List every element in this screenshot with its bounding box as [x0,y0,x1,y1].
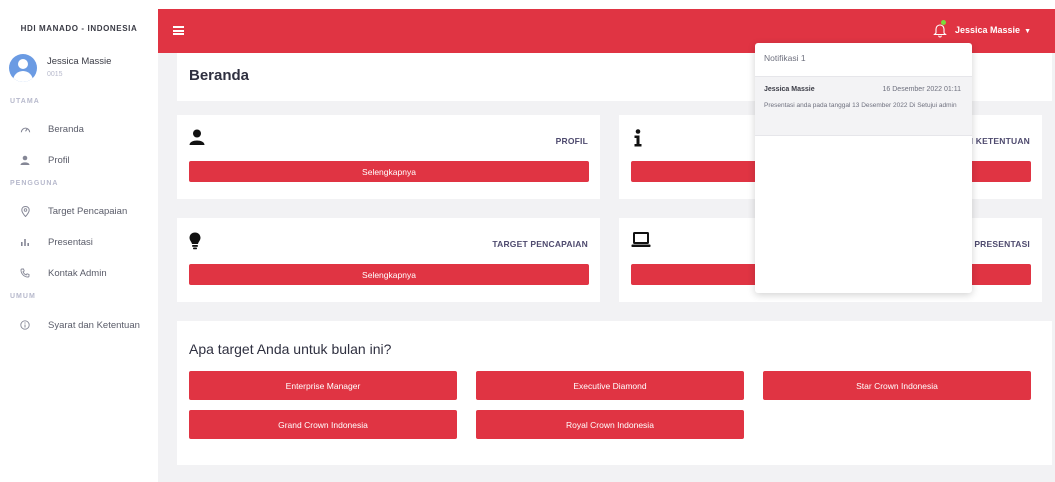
user-id: 0015 [47,71,63,78]
notification-dot [941,20,946,25]
notification-item[interactable]: Jessica Massie 16 Desember 2022 01:11 Pr… [755,76,972,136]
sidebar-item-presentasi[interactable]: Presentasi [18,232,93,252]
user-profile[interactable]: Jessica Massie 0015 [9,54,154,84]
info-icon [18,318,32,332]
card-title: N KETENTUAN [966,136,1030,146]
target-option-button[interactable]: Enterprise Manager [189,371,457,400]
target-option-button[interactable]: Star Crown Indonesia [763,371,1031,400]
notification-dropdown: Notifikasi 1 Jessica Massie 16 Desember … [755,43,972,293]
laptop-icon [631,232,651,250]
sidebar-item-target-pencapaian[interactable]: Target Pencapaian [18,201,127,221]
sidebar-item-label: Target Pencapaian [48,205,128,217]
target-more-button[interactable]: Selengkapnya [189,264,589,285]
sidebar-item-profil[interactable]: Profil [18,150,70,170]
target-icon [18,204,32,218]
user-icon [18,153,32,167]
sidebar-item-label: Kontak Admin [48,267,107,279]
sidebar-item-label: Syarat dan Ketentuan [48,319,140,331]
lightbulb-icon [189,232,207,250]
card-target-pencapaian: TARGET PENCAPAIAN Selengkapnya [177,218,600,302]
notification-header: Notifikasi 1 [764,53,806,63]
sidebar-item-label: Beranda [48,123,84,135]
sidebar: HDI MANADO - INDONESIA Jessica Massie 00… [0,0,158,482]
target-question: Apa target Anda untuk bulan ini? [189,341,392,357]
avatar [9,54,37,82]
menu-toggle-icon[interactable] [173,26,184,35]
chart-icon [18,235,32,249]
card-title: PROFIL [555,136,588,146]
notification-date: 16 Desember 2022 01:11 [882,86,961,93]
bell-icon[interactable] [933,20,947,38]
target-question-card: Apa target Anda untuk bulan ini? Enterpr… [177,321,1052,465]
card-title: TARGET PENCAPAIAN [492,239,588,249]
user-icon [189,129,207,147]
target-option-button[interactable]: Royal Crown Indonesia [476,410,744,439]
sidebar-item-kontak-admin[interactable]: Kontak Admin [18,263,107,283]
notification-sender: Jessica Massie [764,86,815,93]
page-title: Beranda [189,67,250,84]
user-menu-name: Jessica Massie [955,25,1021,35]
brand-title: HDI MANADO - INDONESIA [20,24,138,33]
sidebar-item-beranda[interactable]: Beranda [18,119,84,139]
target-option-button[interactable]: Executive Diamond [476,371,744,400]
section-heading-umum: UMUM [10,293,36,300]
card-profil: PROFIL Selengkapnya [177,115,600,199]
user-name: Jessica Massie [47,56,112,67]
profil-more-button[interactable]: Selengkapnya [189,161,589,182]
section-heading-utama: UTAMA [10,98,40,105]
sidebar-item-syarat-dan-ketentuan[interactable]: Syarat dan Ketentuan [18,315,140,335]
sidebar-item-label: Profil [48,154,70,166]
target-option-button[interactable]: Grand Crown Indonesia [189,410,457,439]
sidebar-item-label: Presentasi [48,236,93,248]
section-heading-pengguna: PENGGUNA [10,180,59,187]
chevron-down-icon: ▼ [1024,28,1031,35]
dashboard-icon [18,122,32,136]
phone-icon [18,266,32,280]
notification-message: Presentasi anda pada tanggal 13 Desember… [764,102,957,109]
card-title: PRESENTASI [974,239,1030,249]
user-menu[interactable]: Jessica Massie ▼ [955,25,1031,35]
info-icon [633,129,651,147]
